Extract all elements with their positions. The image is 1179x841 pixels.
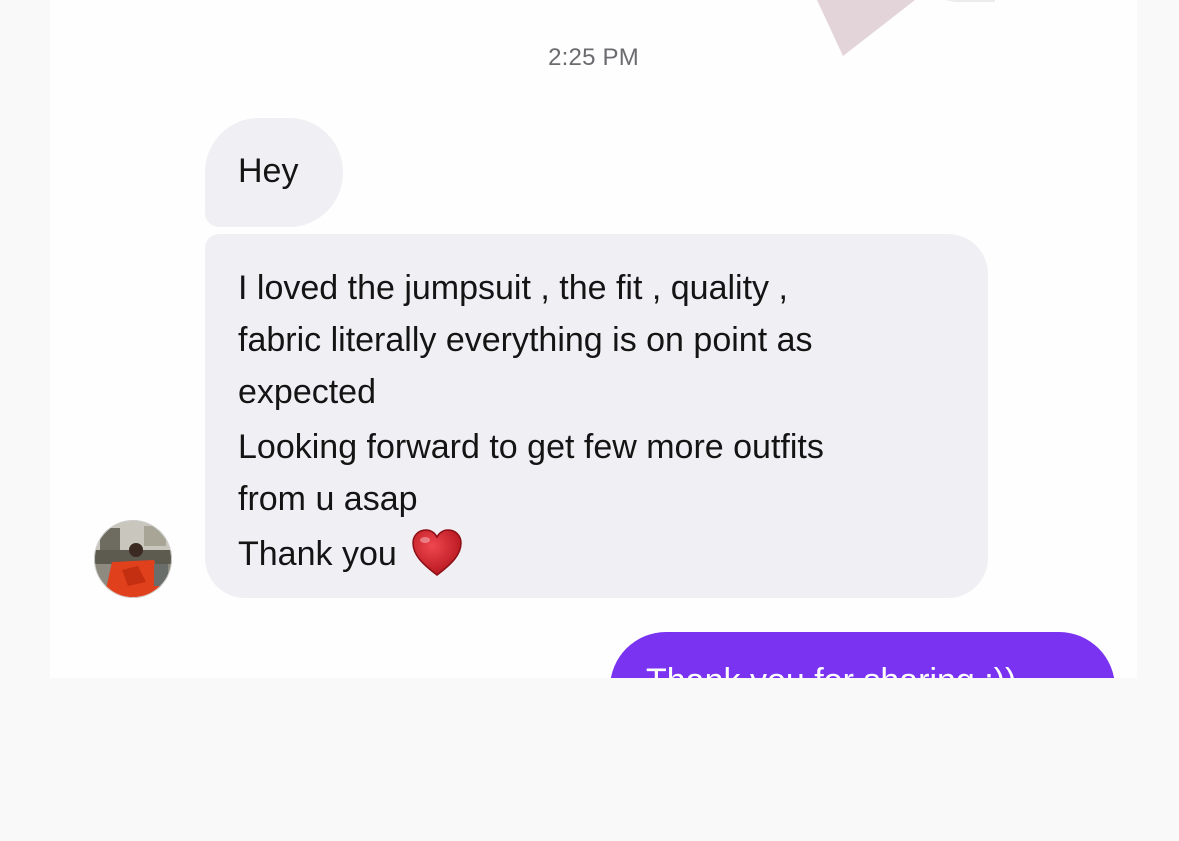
message-line: fabric literally everything is on point … bbox=[238, 321, 813, 359]
incoming-message-bubble[interactable]: Hey bbox=[205, 118, 343, 227]
message-line: I loved the jumpsuit , the fit , quality… bbox=[238, 269, 788, 307]
message-line: expected bbox=[238, 373, 376, 411]
profile-photo-avatar-icon bbox=[94, 520, 172, 598]
chat-thread[interactable]: 2:25 PM Hey I loved the jumpsuit , the f… bbox=[50, 0, 1137, 678]
message-line-with-emoji: Thank you bbox=[238, 528, 968, 580]
message-text: Hey bbox=[238, 152, 299, 190]
incoming-message-bubble[interactable]: I loved the jumpsuit , the fit , quality… bbox=[205, 234, 988, 598]
sender-avatar[interactable] bbox=[94, 520, 172, 598]
message-line: Looking forward to get few more outfits bbox=[238, 428, 824, 466]
message-text: Thank you for sharing :)) bbox=[646, 662, 1016, 678]
message-line: from u asap bbox=[238, 480, 418, 518]
outgoing-message-bubble[interactable]: Thank you for sharing :)) bbox=[610, 632, 1115, 678]
message-line: Thank you bbox=[238, 535, 397, 573]
message-timestamp: 2:25 PM bbox=[548, 44, 639, 71]
heart-emoji-icon bbox=[412, 529, 462, 576]
